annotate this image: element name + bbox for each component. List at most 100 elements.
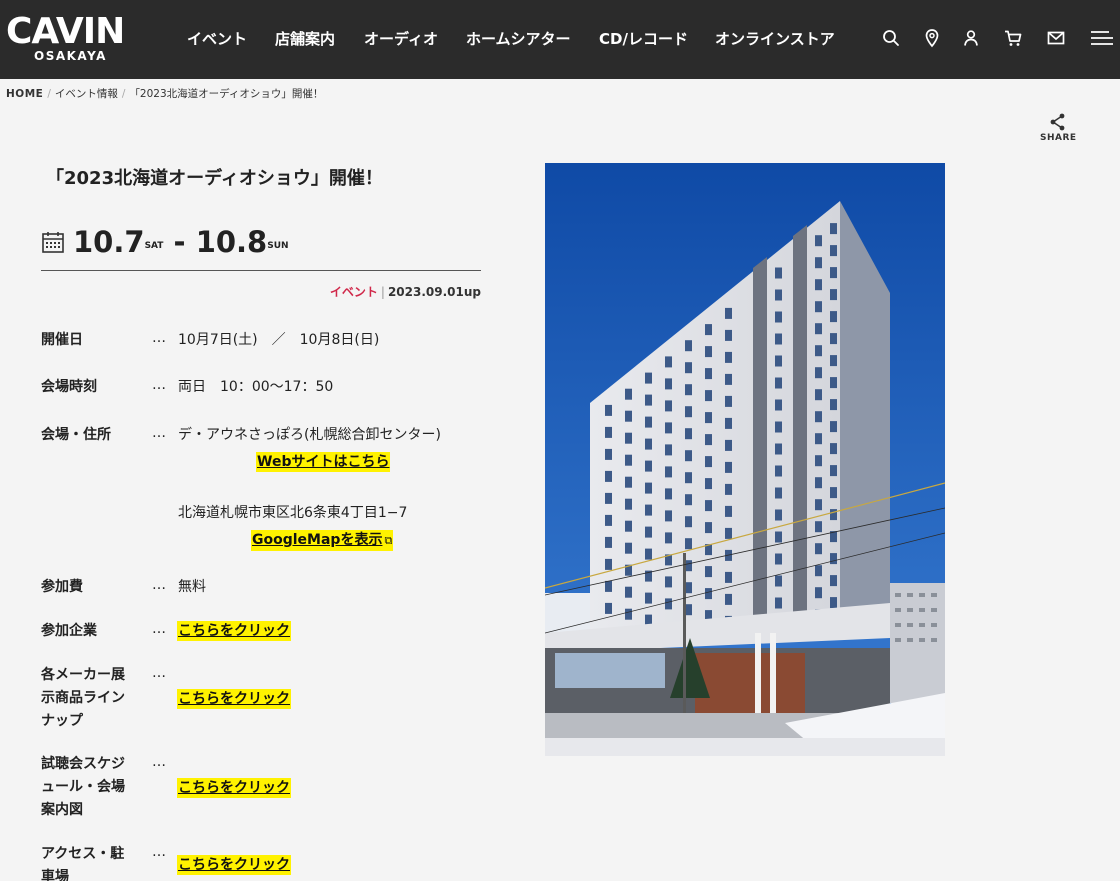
building-window — [775, 377, 782, 389]
external-link-icon: ⧉ — [384, 534, 393, 547]
date-divider — [41, 270, 481, 271]
date-end: 10.8 — [195, 225, 268, 259]
building-window — [705, 522, 712, 534]
building-window — [625, 608, 632, 620]
nav-item-online-store[interactable]: オンラインストア — [715, 29, 835, 49]
meta-separator: | — [380, 285, 385, 299]
nav-item-stores[interactable]: 店舗案内 — [275, 29, 335, 49]
building-window — [725, 417, 732, 429]
google-map-link[interactable]: GoogleMapを表示 ⧉ — [251, 530, 394, 551]
location-icon[interactable] — [921, 27, 943, 49]
building-window — [665, 444, 672, 456]
building-window — [830, 311, 837, 323]
building-window — [830, 509, 837, 521]
building-window — [625, 410, 632, 422]
menu-icon[interactable] — [1089, 27, 1115, 49]
building-window — [815, 279, 822, 291]
building-window — [725, 351, 732, 363]
info-label-venue: 会場・住所 — [41, 427, 111, 443]
search-icon[interactable] — [880, 27, 902, 49]
building-window — [815, 235, 822, 247]
building-window — [645, 548, 652, 560]
logo-subtitle: OSAKAYA — [34, 49, 107, 63]
building-window — [645, 438, 652, 450]
info-value-address: 北海道札幌市東区北6条東4丁目1−7 — [178, 505, 408, 521]
building-window — [685, 560, 692, 572]
nav-item-cd-records[interactable]: CD/レコード — [599, 29, 688, 49]
building-window — [625, 498, 632, 510]
building-window — [775, 597, 782, 609]
building-image — [545, 163, 945, 756]
venue-photo — [545, 163, 945, 756]
label-line: 各メーカー展 — [41, 667, 125, 683]
building-window — [725, 439, 732, 451]
building-window — [830, 223, 837, 235]
cavin-logo[interactable]: CAVIN OSAKAYA — [6, 14, 136, 64]
building-window — [705, 324, 712, 336]
user-icon[interactable] — [960, 27, 982, 49]
info-label-access: アクセス・駐 車場 — [41, 843, 141, 881]
building-window — [685, 516, 692, 528]
lineup-link[interactable]: こちらをクリック — [177, 689, 291, 709]
share-button[interactable]: SHARE — [1040, 112, 1076, 143]
building-window — [815, 521, 822, 533]
info-label-schedule: 試聴会スケジ ュール・会場 案内図 — [41, 753, 141, 822]
building-window — [685, 362, 692, 374]
building-window — [815, 477, 822, 489]
info-dots: … — [152, 844, 166, 860]
info-dots: … — [152, 330, 166, 346]
building-window — [775, 355, 782, 367]
building-window — [775, 399, 782, 411]
building-window — [815, 499, 822, 511]
building-window — [830, 487, 837, 499]
building-window — [775, 267, 782, 279]
nav-item-home-theater[interactable]: ホームシアター — [466, 29, 571, 49]
building-window — [665, 378, 672, 390]
access-link[interactable]: こちらをクリック — [177, 855, 291, 875]
mail-icon[interactable] — [1045, 27, 1067, 49]
building-window — [645, 482, 652, 494]
cart-icon[interactable] — [1002, 27, 1024, 49]
building-window — [705, 390, 712, 402]
building-window — [685, 472, 692, 484]
building-window — [830, 245, 837, 257]
building-window — [775, 289, 782, 301]
building-window — [665, 356, 672, 368]
page-title: 「2023北海道オーディオショウ」開催！ — [46, 168, 383, 189]
venue-website-link[interactable]: Webサイトはこちら — [256, 452, 391, 472]
building-window — [815, 323, 822, 335]
building-window — [775, 531, 782, 543]
building-window — [725, 395, 732, 407]
label-line: ュール・会場 — [41, 779, 125, 795]
companies-link[interactable]: こちらをクリック — [177, 621, 291, 641]
building-window — [775, 487, 782, 499]
breadcrumb-events[interactable]: イベント情報 — [55, 86, 118, 101]
share-label: SHARE — [1040, 133, 1077, 143]
nav-item-events[interactable]: イベント — [187, 29, 247, 49]
logo-wordmark: CAVIN — [6, 11, 125, 52]
building-window — [775, 443, 782, 455]
date-start-day: SAT — [144, 241, 164, 251]
building-window — [815, 455, 822, 467]
building-window — [830, 553, 837, 565]
site-header: CAVIN OSAKAYA イベント 店舗案内 オーディオ ホームシアター CD… — [0, 0, 1120, 79]
building-window — [685, 406, 692, 418]
building-window — [815, 433, 822, 445]
post-date: 2023.09.01up — [387, 285, 481, 299]
info-label-lineup: 各メーカー展 示商品ライン ナップ — [41, 664, 141, 733]
building-window — [830, 399, 837, 411]
date-range: 10.7SAT - 10.8SUN — [73, 224, 289, 260]
building-window — [605, 580, 612, 592]
category-tag[interactable]: イベント — [330, 285, 378, 299]
building-window — [725, 505, 732, 517]
building-window — [685, 538, 692, 550]
breadcrumb-home[interactable]: HOME — [6, 88, 43, 100]
building-window — [605, 470, 612, 482]
building-window — [625, 432, 632, 444]
building-window — [830, 355, 837, 367]
schedule-link[interactable]: こちらをクリック — [177, 778, 291, 798]
nav-item-audio[interactable]: オーディオ — [364, 29, 438, 49]
building-window — [625, 388, 632, 400]
calendar-icon — [42, 232, 64, 253]
info-dots: … — [152, 577, 166, 593]
